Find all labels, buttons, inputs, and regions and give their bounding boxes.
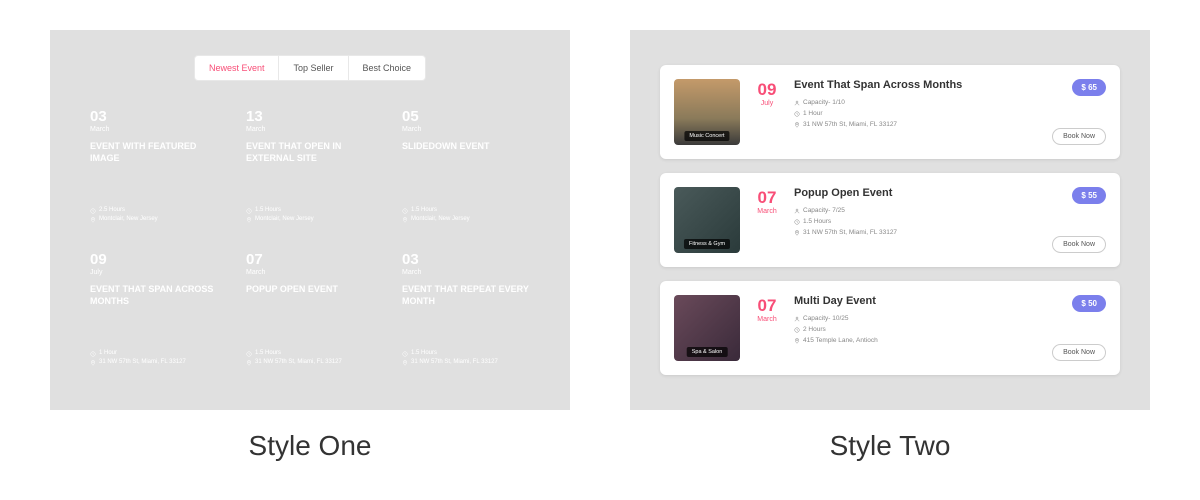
info-column: Multi Day Event Capacity- 10/25 2 Hours … (794, 295, 1038, 361)
card-title: POPUP OPEN EVENT (246, 284, 374, 296)
card-month: July (90, 269, 218, 276)
book-now-button[interactable]: Book Now (1052, 236, 1106, 253)
clock-icon (794, 219, 800, 225)
card-day: 07 (246, 252, 374, 267)
card-day: 09 (90, 252, 218, 267)
row-title: Event That Span Across Months (794, 79, 1038, 91)
card-meta: 1.5 Hours Montclair, New Jersey (246, 206, 374, 224)
row-title: Popup Open Event (794, 187, 1038, 199)
right-column: $ 65 Book Now (1052, 79, 1106, 145)
style-two-body: Music Concert 09 July Event That Span Ac… (630, 30, 1150, 410)
card-title: SLIDEDOWN EVENT (402, 141, 530, 153)
price-badge: $ 55 (1072, 187, 1106, 204)
style-two-label: Style Two (630, 430, 1150, 462)
right-column: $ 50 Book Now (1052, 295, 1106, 361)
list-item[interactable]: Fitness & Gym 07 March Popup Open Event … (660, 173, 1120, 267)
card-meta: 1.5 Hours 31 NW 57th St, Miami, FL 33127 (402, 349, 530, 367)
event-card[interactable]: 05 March SLIDEDOWN EVENT 1.5 Hours Montc… (392, 99, 540, 234)
user-icon (794, 100, 800, 106)
card-month: March (402, 269, 530, 276)
event-card[interactable]: 03 March EVENT THAT REPEAT EVERY MONTH 1… (392, 242, 540, 377)
clock-icon (402, 351, 408, 357)
pin-icon (246, 360, 252, 366)
row-month: March (754, 208, 780, 215)
clock-icon (246, 351, 252, 357)
card-grid: 03 March EVENT WITH FEATURED IMAGE 2.5 H… (80, 99, 540, 377)
clock-icon (794, 111, 800, 117)
category-badge: Music Concert (684, 131, 729, 141)
event-card[interactable]: 13 March EVENT THAT OPEN IN EXTERNAL SIT… (236, 99, 384, 234)
date-column: 09 July (754, 79, 780, 145)
card-day: 05 (402, 109, 530, 124)
clock-icon (246, 208, 252, 214)
pin-icon (90, 217, 96, 223)
card-month: March (90, 126, 218, 133)
clock-icon (402, 208, 408, 214)
style-one-panel: Newest Event Top Seller Best Choice 03 M… (50, 30, 570, 462)
row-day: 07 (754, 189, 780, 206)
user-icon (794, 208, 800, 214)
card-day: 13 (246, 109, 374, 124)
list-item[interactable]: Spa & Salon 07 March Multi Day Event Cap… (660, 281, 1120, 375)
clock-icon (90, 208, 96, 214)
event-list: Music Concert 09 July Event That Span Ac… (660, 65, 1120, 375)
row-month: March (754, 316, 780, 323)
clock-icon (794, 327, 800, 333)
book-now-button[interactable]: Book Now (1052, 128, 1106, 145)
row-meta: Capacity- 1/10 1 Hour 31 NW 57th St, Mia… (794, 97, 1038, 130)
style-two-panel: Music Concert 09 July Event That Span Ac… (630, 30, 1150, 462)
category-badge: Fitness & Gym (684, 239, 730, 249)
list-item[interactable]: Music Concert 09 July Event That Span Ac… (660, 65, 1120, 159)
event-card[interactable]: 07 March POPUP OPEN EVENT 1.5 Hours 31 N… (236, 242, 384, 377)
price-badge: $ 50 (1072, 295, 1106, 312)
event-thumbnail: Fitness & Gym (674, 187, 740, 253)
right-column: $ 55 Book Now (1052, 187, 1106, 253)
price-badge: $ 65 (1072, 79, 1106, 96)
style-one-body: Newest Event Top Seller Best Choice 03 M… (50, 30, 570, 410)
pin-icon (794, 230, 800, 236)
pin-icon (794, 338, 800, 344)
card-month: March (246, 269, 374, 276)
tabs: Newest Event Top Seller Best Choice (80, 55, 540, 81)
info-column: Event That Span Across Months Capacity- … (794, 79, 1038, 145)
card-day: 03 (402, 252, 530, 267)
card-month: March (402, 126, 530, 133)
card-month: March (246, 126, 374, 133)
pin-icon (246, 217, 252, 223)
pin-icon (794, 122, 800, 128)
row-day: 09 (754, 81, 780, 98)
pin-icon (402, 217, 408, 223)
category-badge: Spa & Salon (687, 347, 728, 357)
pin-icon (90, 360, 96, 366)
event-thumbnail: Spa & Salon (674, 295, 740, 361)
tab-newest[interactable]: Newest Event (194, 55, 280, 81)
row-meta: Capacity- 7/25 1.5 Hours 31 NW 57th St, … (794, 205, 1038, 238)
card-day: 03 (90, 109, 218, 124)
tab-bestchoice[interactable]: Best Choice (348, 55, 427, 81)
card-title: EVENT WITH FEATURED IMAGE (90, 141, 218, 164)
card-meta: 1.5 Hours Montclair, New Jersey (402, 206, 530, 224)
tab-topseller[interactable]: Top Seller (278, 55, 348, 81)
card-meta: 2.5 Hours Montclair, New Jersey (90, 206, 218, 224)
row-month: July (754, 100, 780, 107)
event-card[interactable]: 09 July EVENT THAT SPAN ACROSS MONTHS 1 … (80, 242, 228, 377)
user-icon (794, 316, 800, 322)
book-now-button[interactable]: Book Now (1052, 344, 1106, 361)
event-card[interactable]: 03 March EVENT WITH FEATURED IMAGE 2.5 H… (80, 99, 228, 234)
card-title: EVENT THAT REPEAT EVERY MONTH (402, 284, 530, 307)
row-meta: Capacity- 10/25 2 Hours 415 Temple Lane,… (794, 313, 1038, 346)
clock-icon (90, 351, 96, 357)
row-day: 07 (754, 297, 780, 314)
date-column: 07 March (754, 187, 780, 253)
card-meta: 1.5 Hours 31 NW 57th St, Miami, FL 33127 (246, 349, 374, 367)
event-thumbnail: Music Concert (674, 79, 740, 145)
card-meta: 1 Hour 31 NW 57th St, Miami, FL 33127 (90, 349, 218, 367)
pin-icon (402, 360, 408, 366)
row-title: Multi Day Event (794, 295, 1038, 307)
style-one-label: Style One (50, 430, 570, 462)
card-title: EVENT THAT OPEN IN EXTERNAL SITE (246, 141, 374, 164)
card-title: EVENT THAT SPAN ACROSS MONTHS (90, 284, 218, 307)
info-column: Popup Open Event Capacity- 7/25 1.5 Hour… (794, 187, 1038, 253)
date-column: 07 March (754, 295, 780, 361)
